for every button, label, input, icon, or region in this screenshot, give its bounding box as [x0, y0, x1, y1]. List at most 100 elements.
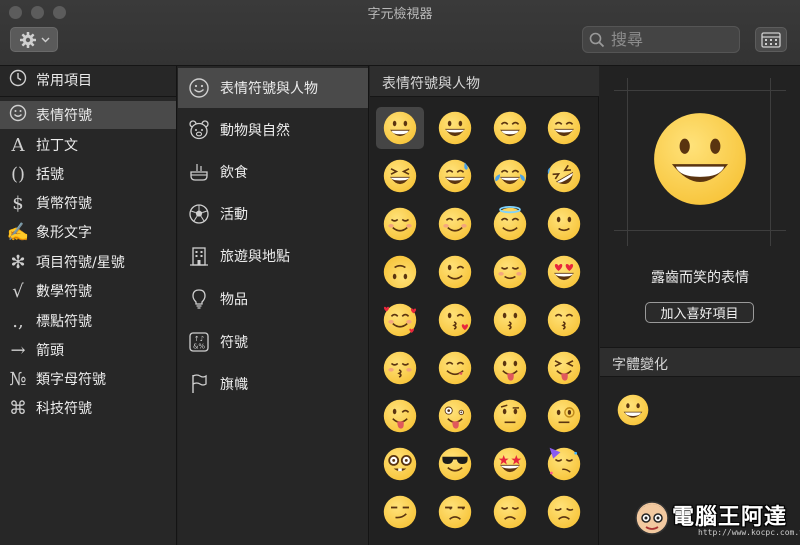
emoji-cell-wink[interactable]	[431, 251, 479, 293]
emoji-cell-tongue[interactable]	[486, 347, 534, 389]
nerd-emoji	[383, 447, 417, 481]
sidebar-item-label: 括號	[36, 167, 64, 183]
emoji-cell-yum[interactable]	[431, 347, 479, 389]
emoji-cell-rofl[interactable]	[540, 155, 588, 197]
clock-icon	[0, 69, 36, 92]
chevron-down-icon	[41, 37, 49, 42]
emoji-cell-monocle[interactable]	[540, 395, 588, 437]
command-icon: ⌘	[9, 397, 27, 419]
grinning-face-emoji	[617, 394, 649, 426]
sidebar-item-punctuation[interactable]: ., 標點符號	[0, 307, 176, 335]
grinning-emoji	[383, 111, 417, 145]
preview-guide-line	[627, 78, 628, 246]
emoji-cell-sweat-smile[interactable]	[431, 155, 479, 197]
smiley-outline-icon	[178, 77, 220, 99]
emoji-cell-kissing-smiling[interactable]	[540, 299, 588, 341]
soccer-ball-icon	[178, 203, 220, 225]
emoji-cell-smiling-hearts[interactable]	[376, 299, 424, 341]
emoji-cell-upside-down[interactable]	[376, 251, 424, 293]
sidebar-item-label: 標點符號	[36, 314, 92, 330]
emoji-cell-grin[interactable]	[431, 107, 479, 149]
emoji-cell-slight-smile[interactable]	[540, 203, 588, 245]
emoji-cell-grin3[interactable]	[540, 107, 588, 149]
party-emoji	[547, 447, 581, 481]
emoji-cell-nerd[interactable]	[376, 443, 424, 485]
halo-emoji	[493, 206, 527, 241]
category-objects[interactable]: 物品	[178, 279, 368, 319]
emoji-cell-unamused[interactable]	[431, 491, 479, 533]
kissing-emoji	[493, 303, 527, 337]
asterisk-icon: ✻	[10, 251, 26, 273]
blush-emoji	[438, 207, 472, 241]
emoji-cell-kiss-heart[interactable]	[431, 299, 479, 341]
emoji-preview	[614, 78, 786, 246]
kissing-smiling-emoji	[547, 303, 581, 337]
arrow-icon: →	[10, 339, 26, 361]
wink-emoji	[438, 255, 472, 289]
category-animals-nature[interactable]: 動物與自然	[178, 110, 368, 150]
search-input[interactable]	[611, 30, 721, 49]
emoji-cell-tongue-wink[interactable]	[376, 395, 424, 437]
watermark-url: http://www.kocpc.com.tw	[698, 528, 800, 537]
category-symbols[interactable]: ↑♪ &% 符號	[178, 322, 368, 362]
numero-icon: №	[9, 368, 27, 390]
sidebar-item-brackets[interactable]: () 括號	[0, 160, 176, 188]
action-menu-button[interactable]	[10, 27, 58, 52]
emoji-cell-pensive[interactable]	[540, 491, 588, 533]
sidebar-item-latin[interactable]: A 拉丁文	[0, 131, 176, 159]
yum-emoji	[438, 351, 472, 385]
emoji-cell-sunglasses[interactable]	[431, 443, 479, 485]
gear-icon	[19, 31, 36, 48]
emoji-cell-tongue-squint[interactable]	[540, 347, 588, 389]
emoji-cell-grin2[interactable]	[486, 107, 534, 149]
emoji-cell-blush[interactable]	[431, 203, 479, 245]
sidebar-item-pictographs[interactable]: ✍ 象形文字	[0, 218, 176, 246]
category-flags[interactable]: 旗幟	[178, 364, 368, 404]
category-food-drink[interactable]: 飲食	[178, 152, 368, 192]
sidebar-item-technical[interactable]: ⌘ 科技符號	[0, 394, 176, 422]
emoji-cell-party[interactable]	[540, 443, 588, 485]
monocle-emoji	[547, 399, 581, 433]
emoji-cell-kissing[interactable]	[486, 299, 534, 341]
sidebar-item-emoji[interactable]: 表情符號	[0, 101, 176, 129]
emoji-cell-halo[interactable]	[486, 203, 534, 245]
emoji-cell-heart-eyes[interactable]	[540, 251, 588, 293]
category-activity[interactable]: 活動	[178, 194, 368, 234]
category-travel-places[interactable]: 旅遊與地點	[178, 236, 368, 276]
category-smileys-people[interactable]: 表情符號與人物	[178, 68, 368, 108]
parentheses-icon: ()	[10, 163, 26, 185]
font-variation-item[interactable]	[614, 392, 652, 428]
kissing-closed-emoji	[383, 351, 417, 385]
sidebar-item-letterlike[interactable]: № 類字母符號	[0, 365, 176, 393]
detail-panel: 露齒而笑的表情 加入喜好項目 字體變化	[600, 66, 800, 545]
emoji-cell-tears-joy[interactable]	[486, 155, 534, 197]
emoji-cell-zany[interactable]	[431, 395, 479, 437]
slight-smile-emoji	[547, 207, 581, 241]
emoji-cell-raised-brow[interactable]	[486, 395, 534, 437]
sidebar-item-label: 科技符號	[36, 401, 92, 417]
sidebar-item-bullets-stars[interactable]: ✻ 項目符號/星號	[0, 248, 176, 276]
building-icon	[178, 245, 220, 267]
sidebar-item-label: 箭頭	[36, 343, 64, 359]
sidebar-item-currency[interactable]: $ 貨幣符號	[0, 189, 176, 217]
window-title: 字元檢視器	[367, 7, 433, 22]
sidebar-item-math[interactable]: √ 數學符號	[0, 277, 176, 305]
add-to-favorites-button[interactable]: 加入喜好項目	[645, 302, 754, 323]
emoji-cell-star-struck[interactable]	[486, 443, 534, 485]
emoji-cell-laugh-squint[interactable]	[376, 155, 424, 197]
toggle-view-button[interactable]	[755, 27, 787, 52]
emoji-cell-smirk[interactable]	[376, 491, 424, 533]
sidebar-item-arrows[interactable]: → 箭頭	[0, 336, 176, 364]
sidebar-item-frequently-used[interactable]: 常用項目	[0, 66, 176, 94]
emoji-cell-grinning[interactable]	[376, 107, 424, 149]
emoji-cell-relieved[interactable]	[486, 251, 534, 293]
sunglasses-emoji	[438, 447, 472, 481]
search-field[interactable]	[582, 26, 740, 53]
laugh-squint-emoji	[383, 159, 417, 193]
emoji-cell-relaxed[interactable]	[376, 203, 424, 245]
kiss-heart-emoji	[438, 303, 472, 337]
emoji-cell-kissing-closed[interactable]	[376, 347, 424, 389]
tongue-emoji	[493, 351, 527, 385]
emoji-cell-disappointed[interactable]	[486, 491, 534, 533]
relaxed-emoji	[383, 207, 417, 241]
